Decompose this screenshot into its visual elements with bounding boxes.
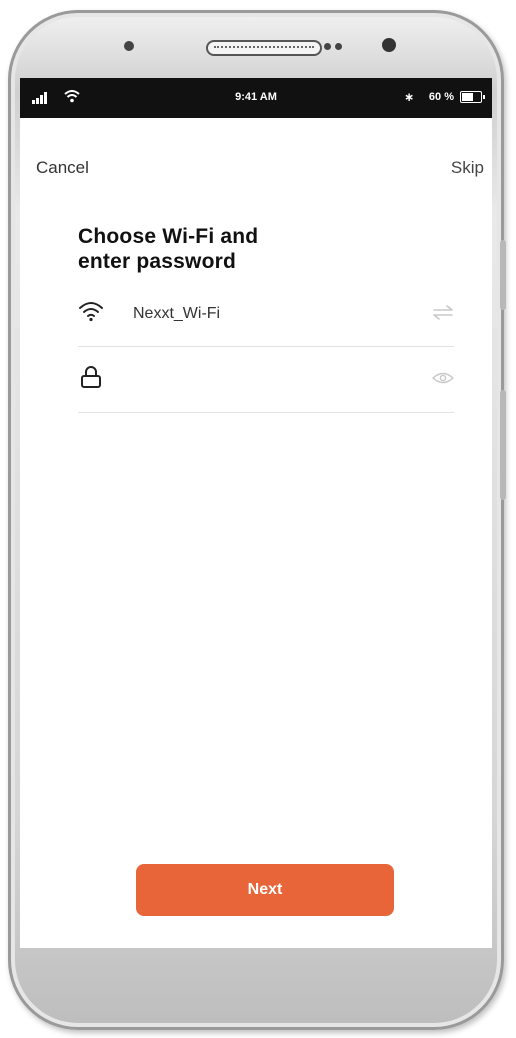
- volume-button: [500, 240, 506, 310]
- cancel-button[interactable]: Cancel: [36, 158, 89, 178]
- battery-icon: [460, 91, 485, 103]
- password-row[interactable]: [78, 346, 454, 413]
- title-line-1: Choose Wi-Fi and: [78, 225, 259, 248]
- screen: 9:41 AM ∗ 60 % Cancel Skip Choose Wi-Fi …: [20, 78, 492, 948]
- battery-percent: 60 %: [428, 91, 454, 103]
- front-camera: [382, 38, 396, 52]
- wifi-network-row[interactable]: Nexxt_Wi-Fi: [78, 280, 454, 347]
- next-button[interactable]: Next: [136, 864, 394, 916]
- page-title: Choose Wi-Fi and enter password: [78, 224, 258, 274]
- speaker-grille: [206, 40, 322, 56]
- phone-frame: 9:41 AM ∗ 60 % Cancel Skip Choose Wi-Fi …: [8, 10, 506, 1030]
- eye-icon[interactable]: [432, 370, 454, 386]
- wifi-icon: [79, 302, 103, 322]
- lock-icon: [81, 366, 101, 388]
- power-button: [500, 390, 506, 500]
- sensor-dot: [335, 43, 342, 50]
- sensor-dot: [324, 43, 331, 50]
- skip-button[interactable]: Skip: [451, 158, 484, 178]
- status-time: 9:41 AM: [235, 91, 277, 103]
- status-bar: 9:41 AM ∗ 60 %: [20, 78, 492, 118]
- title-line-2: enter password: [78, 250, 237, 273]
- wifi-setup-sheet: Cancel Skip Choose Wi-Fi and enter passw…: [20, 120, 492, 948]
- switch-network-icon[interactable]: [432, 304, 454, 320]
- network-name: Nexxt_Wi-Fi: [133, 305, 221, 322]
- bluetooth-icon: ∗: [403, 90, 414, 104]
- sensor-dot: [124, 41, 134, 51]
